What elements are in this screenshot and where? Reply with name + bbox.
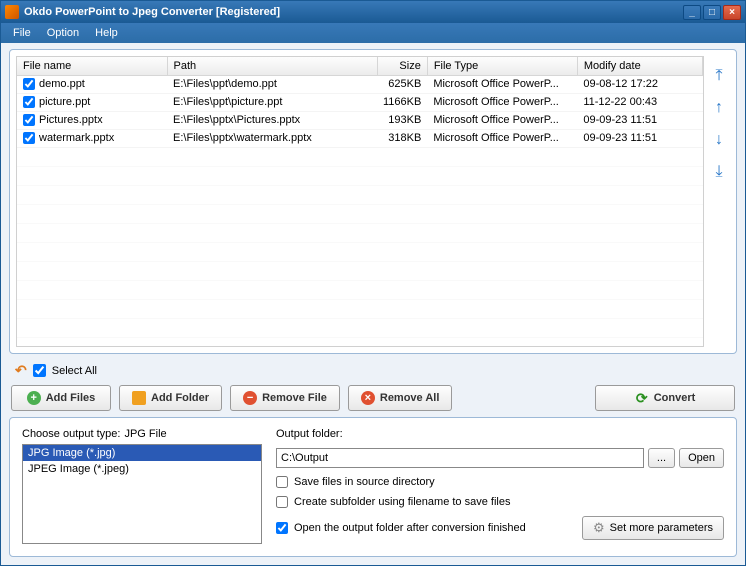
output-folder-label: Output folder: [276, 428, 724, 440]
content-area: File name Path Size File Type Modify dat… [1, 43, 745, 565]
table-row[interactable]: watermark.pptxE:\Files\pptx\watermark.pp… [17, 129, 703, 147]
menubar: File Option Help [1, 23, 745, 43]
output-folder-column: Output folder: ... Open Save files in so… [276, 428, 724, 544]
move-top-button[interactable]: ⤒ [709, 66, 729, 86]
col-type[interactable]: File Type [427, 57, 577, 75]
reorder-controls: ⤒ ↑ ↓ ⤓ [708, 56, 730, 347]
list-item[interactable]: JPG Image (*.jpg) [23, 445, 261, 461]
col-size[interactable]: Size [377, 57, 427, 75]
menu-file[interactable]: File [7, 25, 37, 41]
plus-icon: + [27, 391, 41, 405]
menu-option[interactable]: Option [41, 25, 85, 41]
col-path[interactable]: Path [167, 57, 377, 75]
remove-file-button[interactable]: −Remove File [230, 385, 340, 411]
gear-icon: ⚙ [593, 520, 605, 536]
save-source-option[interactable]: Save files in source directory [276, 476, 724, 488]
add-files-button[interactable]: +Add Files [11, 385, 111, 411]
file-table-wrap: File name Path Size File Type Modify dat… [16, 56, 704, 347]
create-subfolder-option[interactable]: Create subfolder using filename to save … [276, 496, 724, 508]
file-type-label: JPG File [124, 428, 166, 440]
open-after-option[interactable]: Open the output folder after conversion … [276, 522, 572, 534]
file-list-panel: File name Path Size File Type Modify dat… [9, 49, 737, 354]
set-more-parameters-button[interactable]: ⚙Set more parameters [582, 516, 724, 540]
select-all-label: Select All [52, 365, 97, 377]
app-window: Okdo PowerPoint to Jpeg Converter [Regis… [0, 0, 746, 566]
table-row[interactable]: Pictures.pptxE:\Files\pptx\Pictures.pptx… [17, 111, 703, 129]
window-title: Okdo PowerPoint to Jpeg Converter [Regis… [24, 6, 683, 18]
add-folder-button[interactable]: Add Folder [119, 385, 222, 411]
empty-rows [17, 148, 703, 347]
convert-icon: ⟳ [635, 391, 649, 405]
close-button[interactable]: × [723, 5, 741, 20]
table-row[interactable]: demo.pptE:\Files\ppt\demo.ppt625KBMicros… [17, 75, 703, 93]
app-icon [5, 5, 19, 19]
titlebar: Okdo PowerPoint to Jpeg Converter [Regis… [1, 1, 745, 23]
output-type-column: Choose output type: JPG File JPG Image (… [22, 428, 262, 544]
select-all-row: ↶ Select All [9, 360, 737, 379]
x-icon: × [361, 391, 375, 405]
list-item[interactable]: JPEG Image (*.jpeg) [23, 461, 261, 477]
maximize-button[interactable]: □ [703, 5, 721, 20]
save-source-checkbox[interactable] [276, 476, 288, 488]
minus-icon: − [243, 391, 257, 405]
move-bottom-button[interactable]: ⤓ [709, 162, 729, 182]
browse-button[interactable]: ... [648, 448, 675, 468]
convert-button[interactable]: ⟳Convert [595, 385, 735, 411]
output-folder-input[interactable] [276, 448, 644, 468]
row-checkbox[interactable] [23, 114, 35, 126]
col-date[interactable]: Modify date [577, 57, 702, 75]
choose-output-label: Choose output type: [22, 428, 120, 440]
row-checkbox[interactable] [23, 96, 35, 108]
open-folder-button[interactable]: Open [679, 448, 724, 468]
create-subfolder-checkbox[interactable] [276, 496, 288, 508]
open-after-checkbox[interactable] [276, 522, 288, 534]
output-panel: Choose output type: JPG File JPG Image (… [9, 417, 737, 557]
output-type-listbox[interactable]: JPG Image (*.jpg) JPEG Image (*.jpeg) [22, 444, 262, 544]
minimize-button[interactable]: _ [683, 5, 701, 20]
file-table: File name Path Size File Type Modify dat… [17, 57, 703, 148]
move-up-button[interactable]: ↑ [709, 98, 729, 118]
remove-all-button[interactable]: ×Remove All [348, 385, 453, 411]
col-filename[interactable]: File name [17, 57, 167, 75]
reload-icon: ↶ [15, 362, 27, 379]
table-row[interactable]: picture.pptE:\Files\ppt\picture.ppt1166K… [17, 93, 703, 111]
move-down-button[interactable]: ↓ [709, 130, 729, 150]
action-buttons-row: +Add Files Add Folder −Remove File ×Remo… [9, 385, 737, 411]
folder-icon [132, 391, 146, 405]
row-checkbox[interactable] [23, 78, 35, 90]
menu-help[interactable]: Help [89, 25, 124, 41]
select-all-checkbox[interactable] [33, 364, 46, 377]
row-checkbox[interactable] [23, 132, 35, 144]
